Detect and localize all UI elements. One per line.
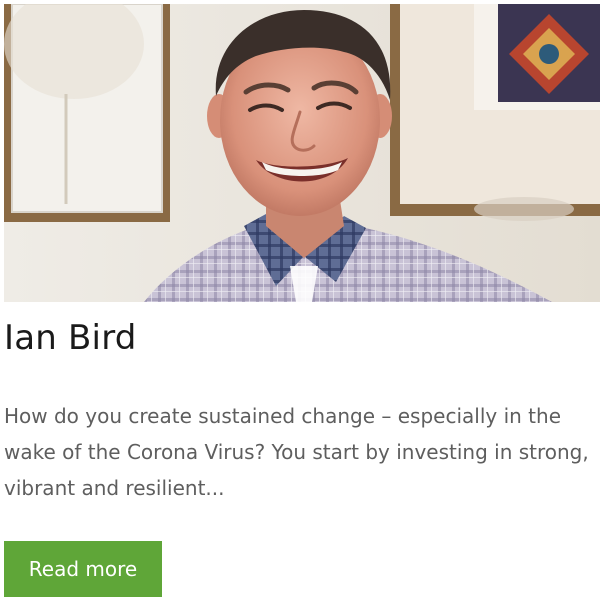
portrait-photo[interactable]	[4, 4, 600, 302]
read-more-button[interactable]: Read more	[4, 541, 162, 597]
article-card: Ian Bird How do you create sustained cha…	[4, 0, 600, 602]
person-name[interactable]: Ian Bird	[4, 318, 137, 358]
article-excerpt: How do you create sustained change – esp…	[4, 404, 589, 500]
